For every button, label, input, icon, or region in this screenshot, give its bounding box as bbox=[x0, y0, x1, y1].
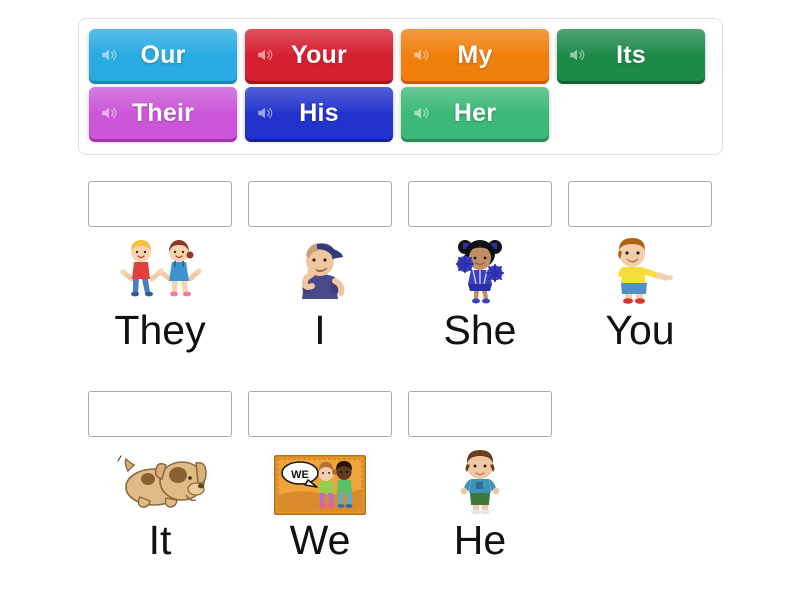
answer-card-you: You bbox=[568, 233, 712, 352]
answer-card-i: I bbox=[248, 233, 392, 352]
puppy-dog-image bbox=[88, 443, 232, 515]
answer-card-row-1: They I She You bbox=[88, 233, 712, 352]
speaker-icon[interactable] bbox=[100, 46, 118, 64]
drop-zone-row-1 bbox=[88, 181, 712, 227]
word-tile-your[interactable]: Your bbox=[245, 29, 393, 81]
word-tile-label: Your bbox=[291, 40, 347, 69]
answer-card-word: She bbox=[443, 307, 517, 353]
drop-zone-she[interactable] bbox=[408, 181, 552, 227]
word-tile-her[interactable]: Her bbox=[401, 87, 549, 139]
boy-with-cap-pointing-self-image bbox=[248, 233, 392, 305]
word-bank-container: Our Your My Its Their His Her bbox=[78, 18, 723, 155]
speaker-icon[interactable] bbox=[412, 46, 430, 64]
word-bank-empty-slot bbox=[557, 87, 705, 139]
answer-card-word: It bbox=[148, 517, 172, 563]
match-up-activity: Our Your My Its Their His Her They I She… bbox=[0, 0, 800, 600]
two-children-jumping-image bbox=[88, 233, 232, 305]
drop-zone-it[interactable] bbox=[88, 391, 232, 437]
speaker-icon[interactable] bbox=[256, 46, 274, 64]
speaker-icon[interactable] bbox=[412, 104, 430, 122]
answer-card-we: WE We bbox=[248, 443, 392, 562]
answer-card-word: I bbox=[314, 307, 326, 353]
word-tile-label: Our bbox=[140, 40, 186, 69]
drop-zone-i[interactable] bbox=[248, 181, 392, 227]
word-tile-label: My bbox=[457, 40, 493, 69]
cheerleader-girl-image bbox=[408, 233, 552, 305]
word-tile-my[interactable]: My bbox=[401, 29, 549, 81]
answer-card-word: You bbox=[605, 307, 675, 353]
word-tile-label: His bbox=[299, 98, 339, 127]
drop-zone-we[interactable] bbox=[248, 391, 392, 437]
drop-zone-they[interactable] bbox=[88, 181, 232, 227]
we-speech-bubble-card-image: WE bbox=[248, 443, 392, 515]
speaker-icon[interactable] bbox=[100, 104, 118, 122]
boy-standing-image bbox=[408, 443, 552, 515]
answer-card-row-2: It WE We He bbox=[88, 443, 552, 562]
answer-card-they: They bbox=[88, 233, 232, 352]
word-tile-our[interactable]: Our bbox=[89, 29, 237, 81]
word-tile-label: Their bbox=[131, 98, 195, 127]
answer-card-it: It bbox=[88, 443, 232, 562]
word-bank-row-1: Our Your My Its bbox=[87, 29, 714, 81]
boy-pointing-forward-image bbox=[568, 233, 712, 305]
word-tile-their[interactable]: Their bbox=[89, 87, 237, 139]
word-bank-row-2: Their His Her bbox=[87, 87, 714, 139]
word-tile-label: Her bbox=[453, 98, 497, 127]
drop-zone-row-2 bbox=[88, 391, 552, 437]
speaker-icon[interactable] bbox=[256, 104, 274, 122]
speaker-icon[interactable] bbox=[568, 46, 586, 64]
answer-card-he: He bbox=[408, 443, 552, 562]
answer-card-word: They bbox=[114, 307, 206, 353]
answer-card-word: We bbox=[289, 517, 351, 563]
answer-card-she: She bbox=[408, 233, 552, 352]
answer-card-word: He bbox=[453, 517, 507, 563]
word-tile-his[interactable]: His bbox=[245, 87, 393, 139]
drop-zone-you[interactable] bbox=[568, 181, 712, 227]
we-bubble-text: WE bbox=[291, 469, 309, 481]
word-tile-label: Its bbox=[616, 40, 646, 69]
word-tile-its[interactable]: Its bbox=[557, 29, 705, 81]
drop-zone-he[interactable] bbox=[408, 391, 552, 437]
